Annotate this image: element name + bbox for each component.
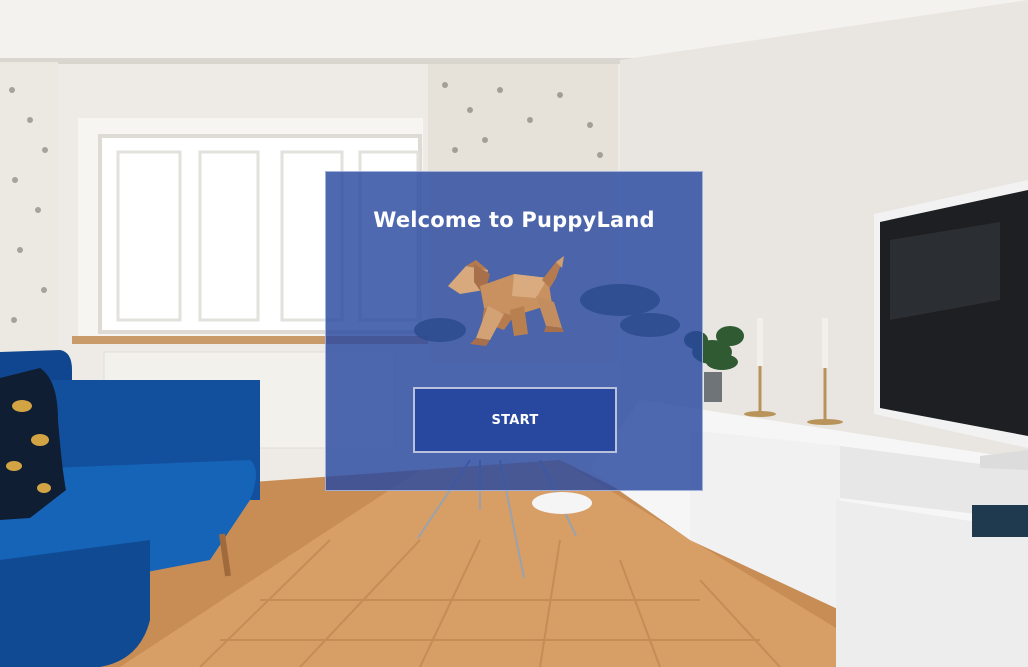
origami-dog-icon	[448, 256, 564, 346]
welcome-dialog: Welcome to PuppyLand START	[325, 171, 703, 491]
welcome-title: Welcome to PuppyLand	[373, 208, 655, 232]
start-button[interactable]: START	[413, 387, 617, 453]
